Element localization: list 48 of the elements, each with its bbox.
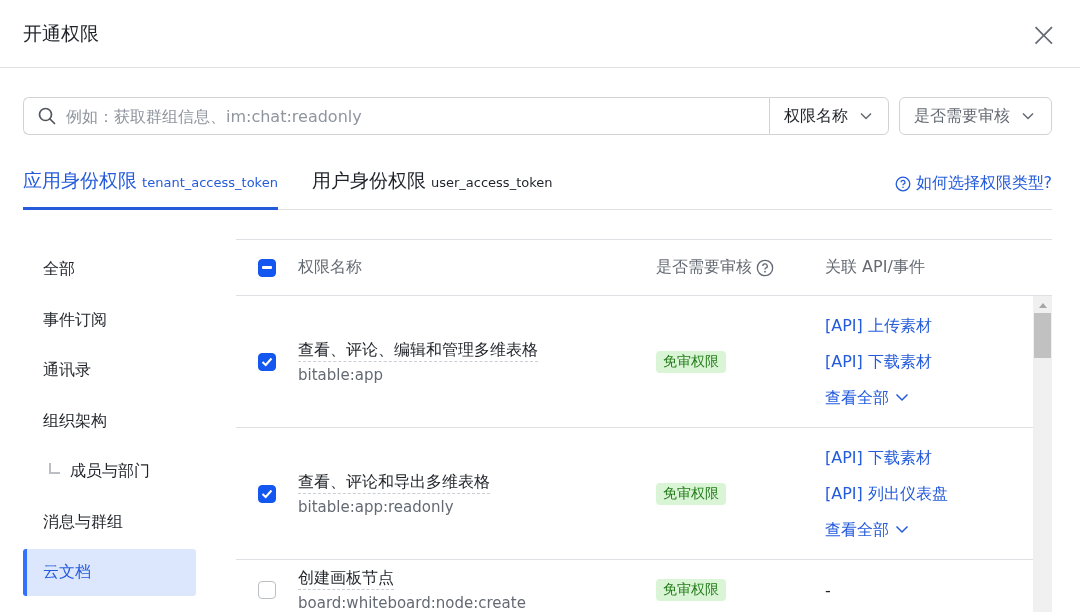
sidebar-item[interactable]: 云文档 [23, 549, 196, 596]
view-all-link[interactable]: 查看全部 [825, 511, 909, 548]
chevron-down-icon [1022, 112, 1034, 120]
api-link[interactable]: [API] 下载素材 [825, 343, 932, 380]
api-link[interactable]: [API] 列出仪表盘 [825, 475, 948, 512]
search-field[interactable]: 例如：获取群组信息、im:chat:readonly [23, 97, 769, 135]
column-header: 关联 API/事件 [825, 257, 925, 276]
select-all-checkbox[interactable] [258, 258, 276, 277]
sidebar-item[interactable]: 事件订阅 [23, 296, 196, 344]
view-all-link[interactable]: 查看全部 [825, 379, 909, 416]
sidebar-item[interactable]: 成员与部门 [23, 448, 196, 495]
help-link[interactable]: 如何选择权限类型? [894, 173, 1052, 209]
chevron-down-icon [860, 112, 872, 120]
scrollbar[interactable] [1033, 296, 1052, 612]
column-header: 权限名称 [298, 257, 362, 276]
help-icon [756, 258, 774, 277]
review-badge: 免审权限 [656, 350, 726, 373]
close-button[interactable]: × [1029, 16, 1058, 51]
sidebar-item[interactable]: 通讯录 [23, 347, 196, 394]
row-checkbox[interactable] [258, 484, 276, 503]
permission-name: 查看、评论和导出多维表格 [298, 471, 490, 494]
tab[interactable]: 用户身份权限 user_access_token [311, 168, 553, 210]
row-checkbox[interactable] [258, 352, 276, 371]
chevron-down-icon [895, 525, 909, 534]
review-badge: 免审权限 [656, 579, 726, 601]
row-checkbox[interactable] [258, 581, 276, 599]
scroll-up-icon [1037, 302, 1048, 308]
sidebar-item[interactable]: 消息与群组 [23, 498, 196, 546]
permission-name: 创建画板节点 [298, 568, 394, 590]
scrollbar-thumb[interactable] [1034, 313, 1051, 358]
sidebar-item[interactable]: 全部 [23, 246, 196, 293]
review-select[interactable]: 是否需要审核 [899, 97, 1052, 135]
search-icon [38, 107, 56, 125]
column-header: 是否需要审核 [656, 257, 752, 278]
permission-scope: bitable:app:readonly [298, 497, 455, 516]
api-text: - [825, 580, 832, 600]
help-icon [894, 175, 911, 192]
tab[interactable]: 应用身份权限 tenant_access_token [23, 168, 278, 210]
permission-scope: board:whiteboard:node:create [298, 594, 527, 612]
sidebar-item[interactable]: 组织架构 [23, 397, 196, 445]
api-link[interactable]: [API] 上传素材 [825, 307, 932, 344]
dialog-title: 开通权限 [23, 20, 99, 46]
permission-name: 查看、评论、编辑和管理多维表格 [298, 339, 538, 362]
chevron-down-icon [895, 393, 909, 402]
api-link[interactable]: [API] 下载素材 [825, 439, 932, 476]
review-badge: 免审权限 [656, 482, 726, 505]
permission-scope: bitable:app [298, 365, 384, 384]
field-select[interactable]: 权限名称 [769, 97, 889, 135]
